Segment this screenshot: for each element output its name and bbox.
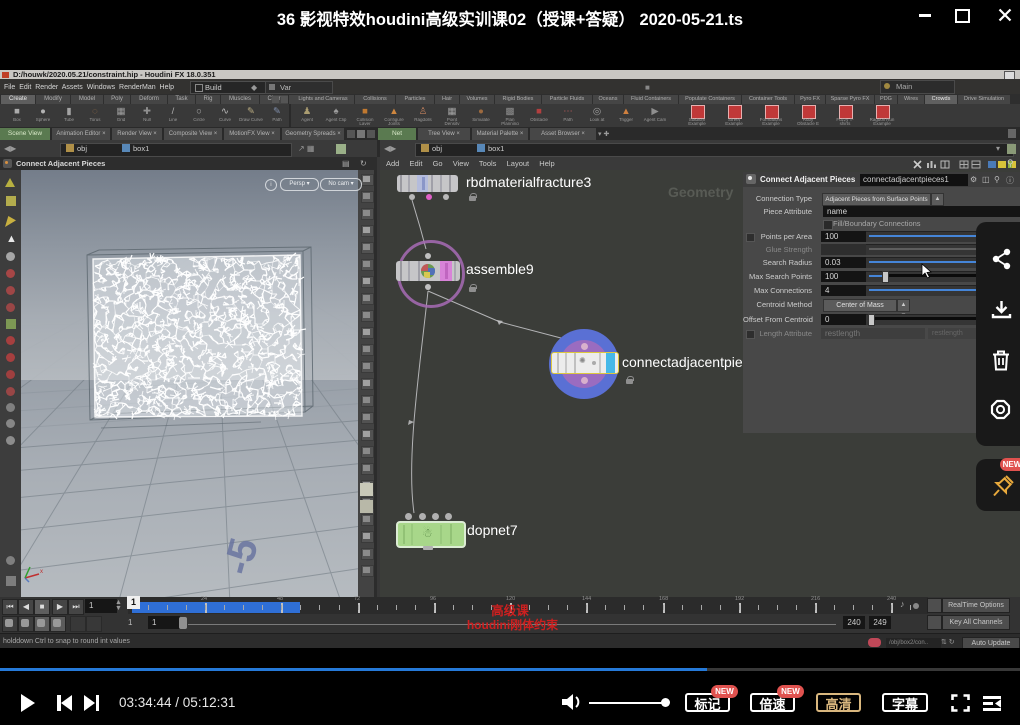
- svg-text:x: x: [40, 569, 43, 575]
